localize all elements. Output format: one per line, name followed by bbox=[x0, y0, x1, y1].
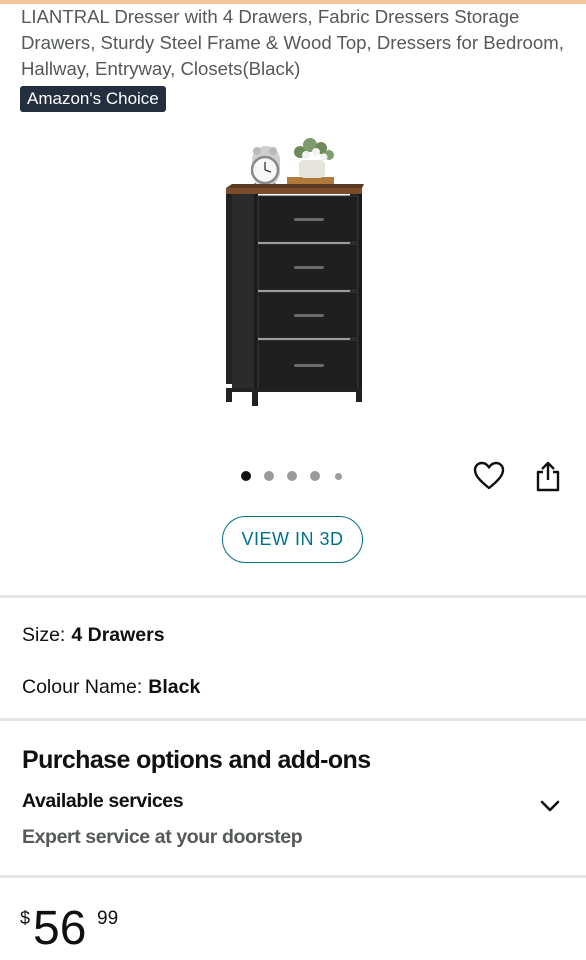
carousel-dot[interactable] bbox=[335, 473, 342, 480]
colour-label: Colour Name: bbox=[22, 676, 143, 698]
share-button[interactable] bbox=[530, 458, 566, 494]
available-services-title[interactable]: Available services bbox=[22, 790, 184, 813]
heart-icon bbox=[473, 461, 505, 490]
size-selector[interactable]: Size: 4 Drawers bbox=[22, 624, 165, 647]
size-value: 4 Drawers bbox=[71, 624, 165, 646]
carousel-dot[interactable] bbox=[310, 471, 320, 481]
wishlist-button[interactable] bbox=[471, 458, 507, 494]
clock-decor bbox=[250, 146, 280, 188]
plant-decor bbox=[287, 138, 334, 186]
carousel-dot[interactable] bbox=[241, 471, 251, 481]
carousel-dot[interactable] bbox=[264, 471, 274, 481]
colour-value: Black bbox=[148, 676, 201, 698]
product-title: LIANTRAL Dresser with 4 Drawers, Fabric … bbox=[21, 6, 564, 79]
price-whole: 56 bbox=[33, 902, 87, 955]
divider bbox=[0, 875, 586, 878]
product-image[interactable] bbox=[210, 130, 380, 420]
carousel-dot[interactable] bbox=[287, 471, 297, 481]
price-fraction: 99 bbox=[97, 908, 119, 929]
size-label: Size: bbox=[22, 624, 66, 646]
divider bbox=[0, 595, 586, 598]
amazons-choice-badge[interactable]: Amazon's Choice bbox=[20, 86, 166, 112]
available-services-subtitle: Expert service at your doorstep bbox=[22, 826, 303, 848]
drawers bbox=[257, 195, 359, 391]
colour-selector[interactable]: Colour Name: Black bbox=[22, 676, 200, 699]
price-symbol: $ bbox=[20, 908, 31, 928]
share-icon bbox=[536, 461, 560, 492]
chevron-down-icon[interactable] bbox=[536, 792, 564, 820]
purchase-options-title: Purchase options and add-ons bbox=[22, 746, 371, 774]
divider bbox=[0, 718, 586, 721]
view-in-3d-button[interactable]: VIEW IN 3D bbox=[222, 516, 363, 563]
